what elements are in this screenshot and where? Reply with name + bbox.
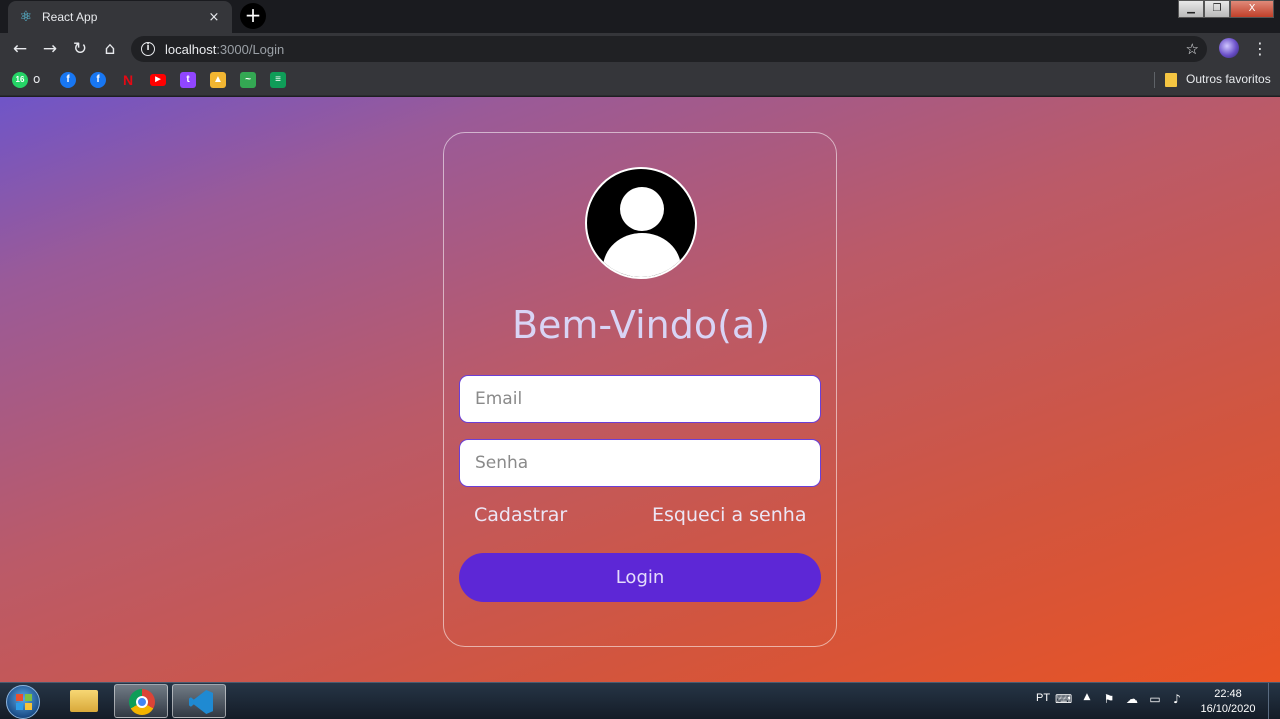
folder-icon [1165, 73, 1177, 87]
tab-react-app[interactable]: ⚛ React App × [8, 1, 232, 33]
url-text: localhost:3000/Login [165, 42, 284, 57]
url-path: :3000/Login [216, 41, 285, 57]
keyboard-icon[interactable]: ⌨ [1055, 692, 1072, 706]
bookmark-star-icon[interactable]: ☆ [1186, 40, 1199, 58]
facebook-icon[interactable]: f [90, 72, 106, 88]
bookmarks-separator [1154, 72, 1155, 88]
sheets-icon[interactable]: ≡ [270, 72, 286, 88]
show-desktop-button[interactable] [1268, 683, 1280, 719]
netflix-icon[interactable]: N [120, 72, 136, 88]
react-icon: ⚛ [19, 9, 33, 25]
url-host: localhost [165, 41, 217, 57]
user-avatar-icon [585, 167, 697, 279]
start-button[interactable] [6, 685, 40, 719]
login-card: Bem-Vindo(a) Cadastrar Esqueci a senha L… [443, 132, 837, 647]
back-button[interactable]: ← [9, 38, 31, 60]
info-icon[interactable]: i [141, 42, 155, 56]
new-tab-button[interactable]: + [240, 3, 266, 29]
whatsapp-icon[interactable]: 16 [12, 72, 28, 88]
avatar-head [620, 187, 664, 231]
language-indicator[interactable]: PT [1036, 692, 1050, 704]
facebook-icon[interactable]: f [60, 72, 76, 88]
maximize-button[interactable]: ❐ [1204, 0, 1230, 18]
close-tab-icon[interactable]: × [206, 10, 222, 25]
tab-title: React App [42, 10, 98, 24]
forgot-password-link[interactable]: Esqueci a senha [652, 504, 806, 526]
browser-menu-icon[interactable]: ⋮ [1252, 38, 1268, 60]
volume-icon[interactable]: ♪ [1169, 692, 1185, 706]
system-clock[interactable]: 22:48 16/10/2020 [1196, 687, 1260, 717]
taskbar-file-explorer[interactable] [56, 684, 110, 718]
chart-icon[interactable]: ~ [240, 72, 256, 88]
clock-time: 22:48 [1214, 688, 1242, 700]
chrome-icon [129, 689, 155, 715]
minimize-button[interactable]: ▁ [1178, 0, 1204, 18]
window-controls: ▁ ❐ X [1178, 0, 1274, 18]
page-viewport: Bem-Vindo(a) Cadastrar Esqueci a senha L… [0, 97, 1280, 682]
vscode-icon [189, 690, 213, 714]
windows-logo-icon [16, 694, 32, 710]
home-button[interactable]: ⌂ [99, 38, 121, 60]
welcome-heading: Bem-Vindo(a) [511, 303, 771, 347]
os-taskbar: PT ⌨ ▲ ⚑ ☁ ▭ ♪ 22:48 16/10/2020 [0, 682, 1280, 719]
email-input[interactable] [459, 375, 821, 423]
profile-avatar-icon[interactable] [1219, 38, 1239, 58]
folder-icon [70, 690, 98, 712]
register-link[interactable]: Cadastrar [474, 504, 567, 526]
show-hidden-icons-icon[interactable]: ▲ [1079, 692, 1095, 702]
twitch-icon[interactable]: t [180, 72, 196, 88]
address-bar[interactable]: i localhost:3000/Login ☆ [131, 36, 1207, 62]
forward-button[interactable]: → [39, 38, 61, 60]
browser-toolbar: ← → ↻ ⌂ i localhost:3000/Login ☆ ⋮ [0, 33, 1280, 65]
bookmark-label[interactable]: o [33, 72, 40, 86]
taskbar-vscode[interactable] [172, 684, 226, 718]
other-bookmarks-folder[interactable]: Outros favoritos [1186, 72, 1271, 86]
reload-button[interactable]: ↻ [69, 38, 91, 60]
taskbar-chrome[interactable] [114, 684, 168, 718]
avatar-body [603, 233, 681, 277]
action-center-flag-icon[interactable]: ⚑ [1101, 692, 1117, 706]
password-input[interactable] [459, 439, 821, 487]
image-icon[interactable]: ▲ [210, 72, 226, 88]
clock-date: 16/10/2020 [1200, 703, 1256, 715]
youtube-icon[interactable]: ▶ [150, 74, 166, 86]
login-button[interactable]: Login [459, 553, 821, 602]
tab-strip: ⚛ React App × + ▁ ❐ X [0, 0, 1280, 33]
close-window-button[interactable]: X [1230, 0, 1274, 18]
onedrive-cloud-icon[interactable]: ☁ [1124, 692, 1140, 706]
network-icon[interactable]: ▭ [1147, 692, 1163, 706]
bookmarks-bar: 16 o f f N ▶ t ▲ ~ ≡ Outros favoritos [0, 65, 1280, 96]
